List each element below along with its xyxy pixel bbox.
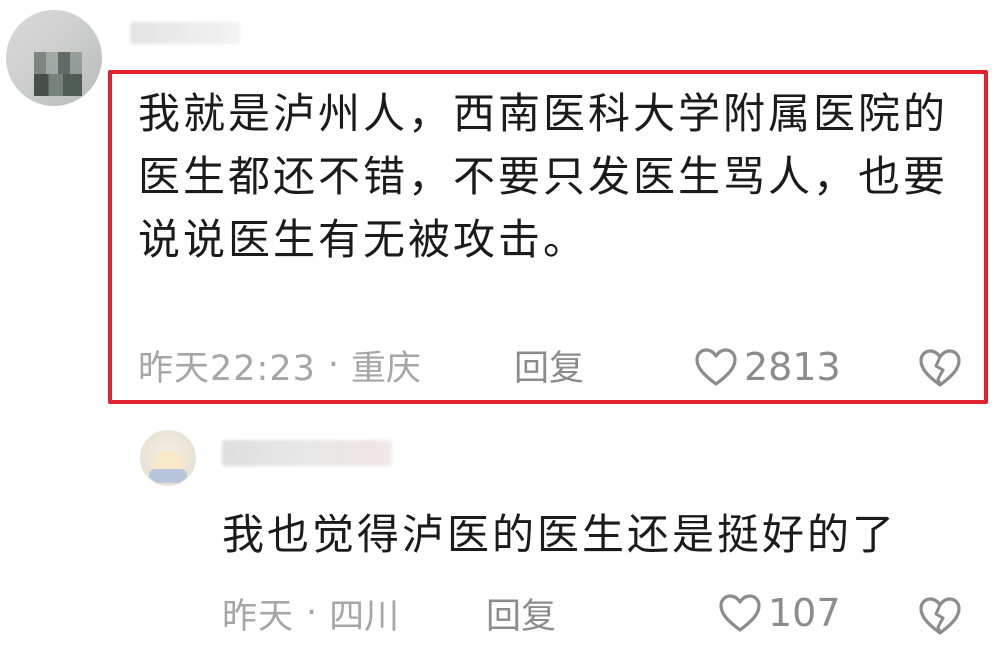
heart-outline-icon [695,348,737,386]
heart-outline-icon [719,594,761,632]
reply-comment-text: 我也觉得泸医的医生还是挺好的了 [222,510,898,559]
comment-location: 重庆 [351,348,422,389]
reply-comment-meta: 昨天 · 四川 回复 [222,588,556,638]
comment-text: 我就是泸州人，西南医科大学附属医院的医生都还不错，不要只发医生骂人，也要说说医生… [138,89,949,264]
reply-comment-location: 四川 [329,596,400,637]
avatar-mosaic-blur [34,52,82,96]
reply-user-avatar[interactable] [140,430,196,486]
comment-meta: 昨天22:23 · 重庆 回复 [138,340,584,390]
comment-thread: 我就是泸州人，西南医科大学附属医院的医生都还不错，不要只发医生骂人，也要说说医生… [0,0,1003,648]
comment-time: 昨天22:23 [138,348,316,389]
like-count: 2813 [744,345,841,389]
user-avatar[interactable] [6,10,102,106]
reply-comment-time: 昨天 [222,596,295,637]
broken-heart-icon[interactable] [918,596,962,636]
broken-heart-icon[interactable] [918,348,962,388]
reply-like-count: 107 [768,591,841,635]
reply-username-blurred[interactable] [222,440,392,466]
avatar-clothing [149,469,187,483]
reply-button[interactable]: 回复 [514,340,584,391]
reply-button[interactable]: 回复 [486,588,556,639]
like-button[interactable]: 2813 [694,342,841,392]
username-blurred[interactable] [130,22,240,44]
meta-separator: · [327,345,340,385]
reply-like-button[interactable]: 107 [718,588,841,638]
meta-separator: · [306,593,318,633]
